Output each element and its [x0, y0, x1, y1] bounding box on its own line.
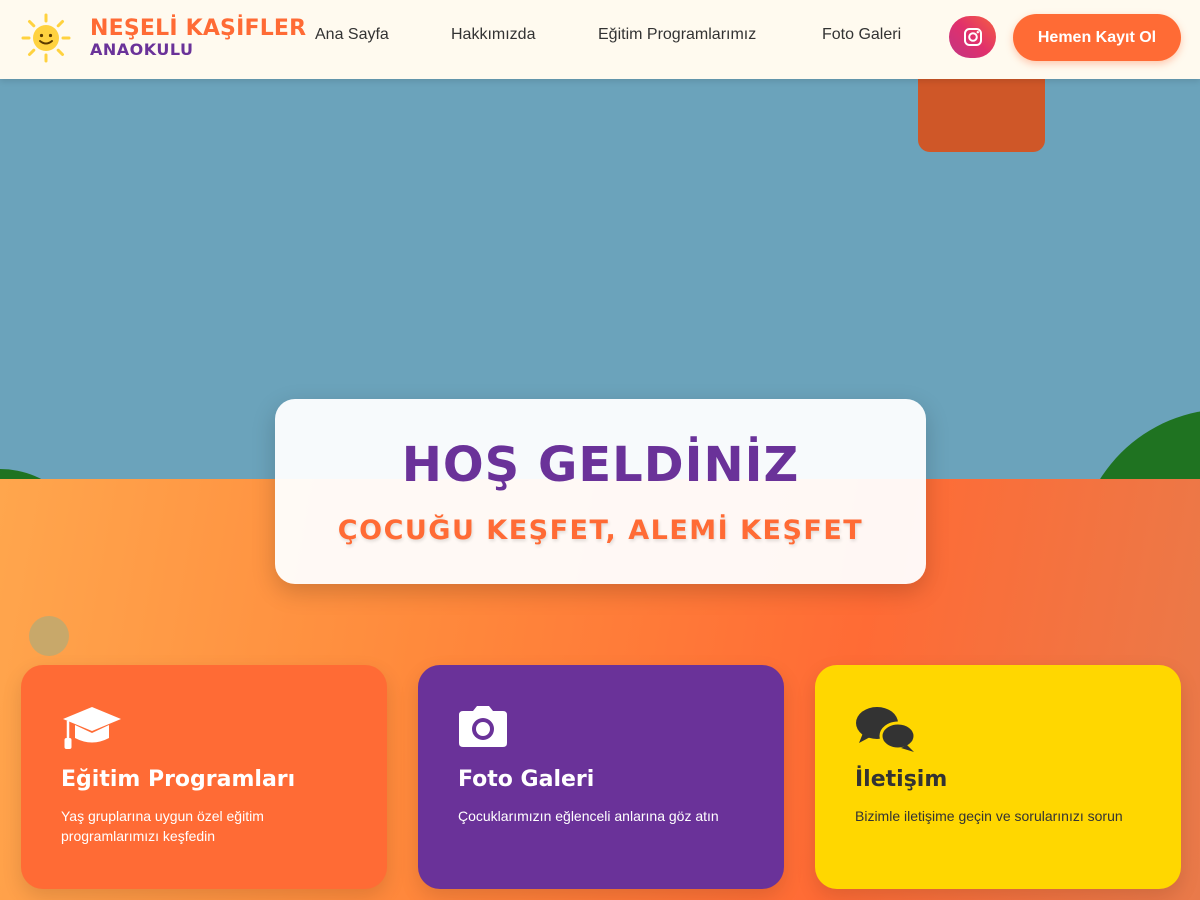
instagram-icon: [963, 28, 982, 46]
site-header: NEŞELİ KAŞİFLER ANAOKULU Ana Sayfa Hakkı…: [0, 0, 1200, 79]
decorative-circle: [29, 616, 69, 656]
instagram-button[interactable]: [949, 16, 996, 58]
register-button[interactable]: Hemen Kayıt Ol: [1013, 14, 1181, 61]
chat-bubbles-icon: [856, 707, 917, 752]
hill-left: [0, 469, 90, 479]
card-text: Yaş gruplarına uygun özel eğitim program…: [61, 808, 264, 844]
nav-item-ana-sayfa[interactable]: Ana Sayfa: [315, 26, 389, 44]
card-iletisim[interactable]: İletişim Bizimle iletişime geçin ve soru…: [815, 665, 1181, 889]
camera-icon: [459, 706, 507, 747]
card-text: Bizimle iletişime geçin ve sorularınızı …: [855, 808, 1123, 824]
nav-item-egitim-programlarimiz[interactable]: Eğitim Programlarımız: [598, 26, 756, 44]
card-title: Eğitim Programları: [61, 767, 296, 792]
hill-right: [1077, 409, 1200, 479]
card-egitim-programlari[interactable]: Eğitim Programları Yaş gruplarına uygun …: [21, 665, 387, 889]
hero-title: HOŞ GELDİNİZ: [401, 437, 800, 493]
nav-item-hakkimizda[interactable]: Hakkımızda: [451, 26, 535, 44]
hero-subtitle: ÇOCUĞU KEŞFET, ALEMİ KEŞFET: [337, 515, 864, 546]
graduation-cap-icon: [63, 707, 121, 749]
nav-item-foto-galeri[interactable]: Foto Galeri: [822, 26, 901, 44]
card-title: Foto Galeri: [458, 767, 595, 792]
welcome-box: HOŞ GELDİNİZ ÇOCUĞU KEŞFET, ALEMİ KEŞFET: [275, 399, 926, 584]
card-title: İletişim: [855, 767, 948, 792]
card-text: Çocuklarımızın eğlenceli anlarına göz at…: [458, 808, 719, 824]
card-foto-galeri[interactable]: Foto Galeri Çocuklarımızın eğlenceli anl…: [418, 665, 784, 889]
